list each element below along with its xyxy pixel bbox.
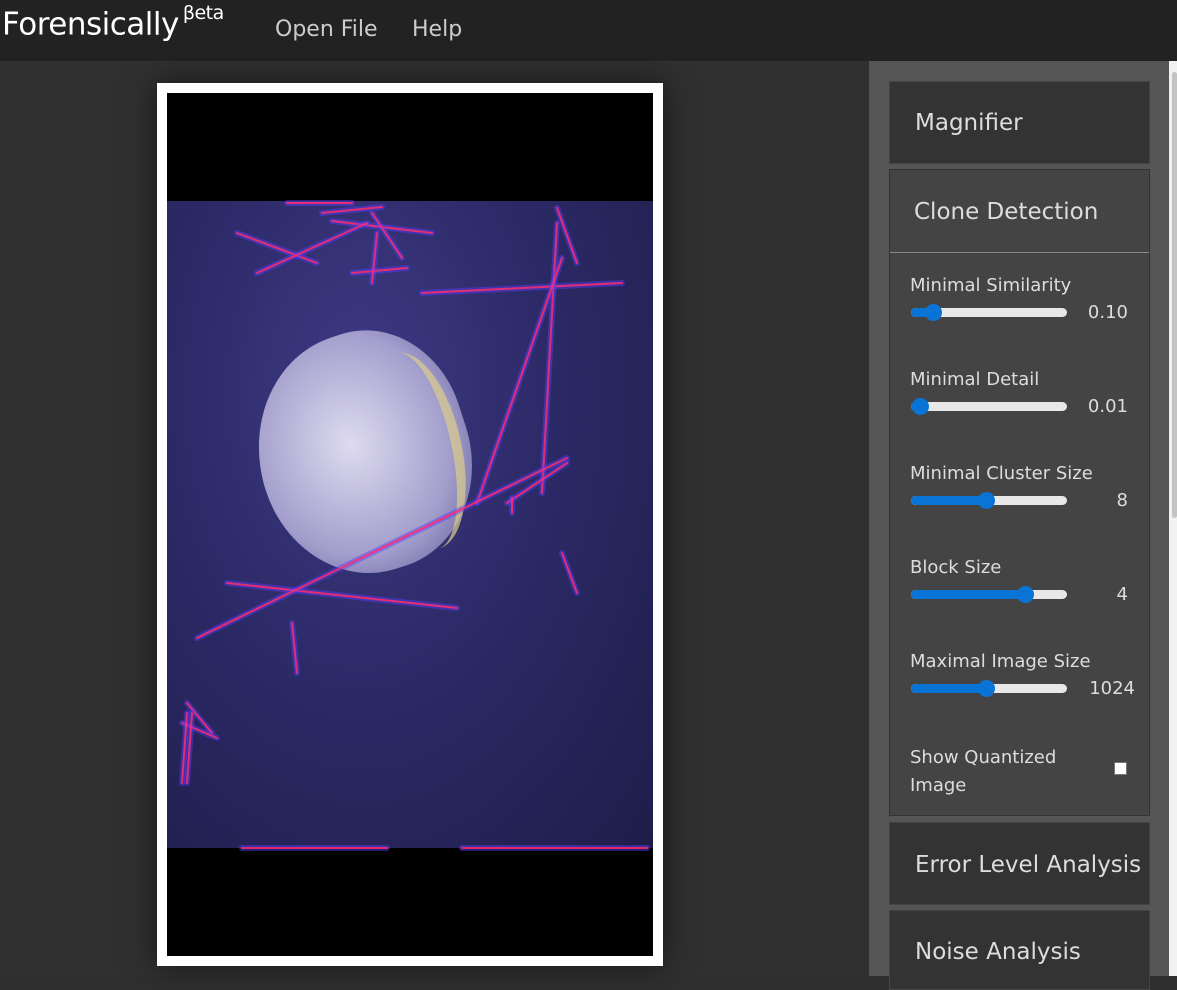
beta-badge: βeta bbox=[182, 2, 224, 24]
maximal-image-size-value: 1024 bbox=[1089, 678, 1135, 699]
magnifier-title: Magnifier bbox=[915, 110, 1023, 136]
error-level-analysis-title: Error Level Analysis bbox=[915, 852, 1142, 878]
clone-detection-title: Clone Detection bbox=[914, 199, 1099, 225]
block-size-slider[interactable] bbox=[911, 586, 1067, 603]
top-navbar: Forensically βeta Open File Help bbox=[0, 0, 1177, 61]
clone-match-line bbox=[556, 207, 578, 264]
clone-detection-header[interactable]: Clone Detection bbox=[890, 170, 1149, 253]
minimal-cluster-size-value: 8 bbox=[1116, 490, 1128, 511]
magnifier-panel[interactable]: Magnifier bbox=[889, 81, 1150, 164]
minimal-similarity-value: 0.10 bbox=[1087, 302, 1128, 323]
app-name: Forensically bbox=[2, 6, 179, 43]
minimal-detail-label: Minimal Detail bbox=[910, 369, 1040, 390]
clone-match-line bbox=[541, 222, 558, 494]
slider-thumb[interactable] bbox=[977, 492, 995, 509]
slider-thumb[interactable] bbox=[1016, 586, 1034, 603]
minimal-cluster-size-label: Minimal Cluster Size bbox=[910, 463, 1093, 484]
maximal-image-size-slider[interactable] bbox=[911, 680, 1067, 697]
maximal-image-size-label: Maximal Image Size bbox=[910, 651, 1091, 672]
clone-match-line bbox=[196, 457, 568, 639]
show-quantized-checkbox[interactable] bbox=[1114, 762, 1127, 775]
minimal-similarity-slider[interactable] bbox=[911, 304, 1067, 321]
clone-match-line bbox=[561, 552, 578, 594]
slider-thumb[interactable] bbox=[924, 304, 942, 321]
analyzed-image[interactable] bbox=[167, 93, 653, 956]
noise-analysis-panel[interactable]: Noise Analysis bbox=[889, 910, 1150, 990]
noise-analysis-title: Noise Analysis bbox=[915, 939, 1081, 965]
error-level-analysis-panel[interactable]: Error Level Analysis bbox=[889, 822, 1150, 905]
app-logo[interactable]: Forensically βeta bbox=[2, 2, 224, 43]
minimal-detail-slider[interactable] bbox=[911, 398, 1067, 415]
slider-fill bbox=[911, 590, 1025, 599]
clone-match-line bbox=[421, 282, 623, 294]
minimal-cluster-size-slider[interactable] bbox=[911, 492, 1067, 509]
block-size-value: 4 bbox=[1116, 584, 1128, 605]
clone-match-overlay bbox=[179, 200, 650, 851]
slider-fill bbox=[911, 496, 986, 505]
block-size-label: Block Size bbox=[910, 557, 1002, 578]
slider-fill bbox=[911, 684, 986, 693]
help-link[interactable]: Help bbox=[412, 17, 462, 42]
image-frame bbox=[157, 83, 663, 966]
scrollbar-thumb[interactable] bbox=[1172, 72, 1177, 518]
slider-thumb[interactable] bbox=[977, 680, 995, 697]
minimal-detail-value: 0.01 bbox=[1087, 396, 1128, 417]
minimal-similarity-label: Minimal Similarity bbox=[910, 275, 1072, 296]
open-file-link[interactable]: Open File bbox=[275, 17, 378, 42]
show-quantized-label: Show Quantized Image bbox=[910, 747, 1057, 796]
